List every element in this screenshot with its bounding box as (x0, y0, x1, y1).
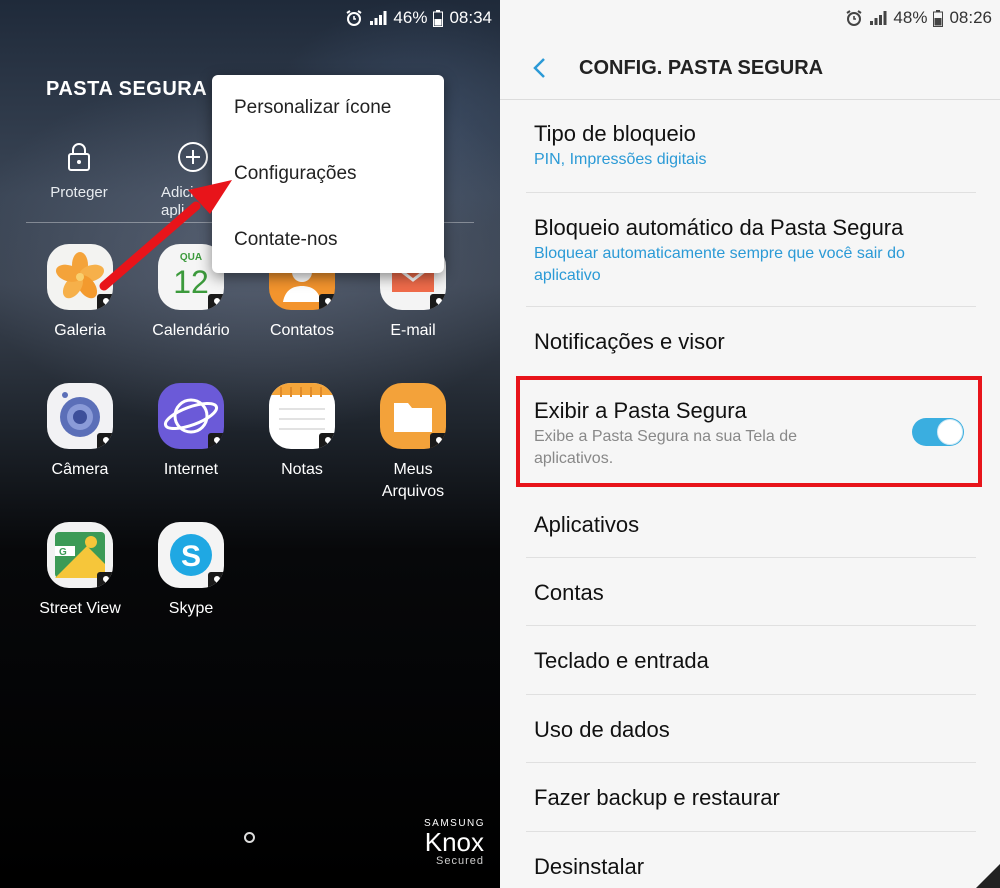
setting-apps[interactable]: Aplicativos (534, 512, 974, 538)
setting-data-usage[interactable]: Uso de dados (534, 717, 974, 743)
setting-title: Tipo de bloqueio (534, 121, 696, 146)
page-title: CONFIG. PASTA SEGURA (579, 57, 824, 79)
signal-icon (870, 11, 887, 25)
divider (526, 694, 976, 695)
screenshot: 46% 08:34 PASTA SEGURA Proteger Adicion … (0, 0, 1000, 888)
setting-title: Bloqueio automático da Pasta Segura (534, 215, 904, 240)
secure-folder-home: 46% 08:34 PASTA SEGURA Proteger Adicion … (0, 0, 500, 888)
setting-lock-type[interactable]: Tipo de bloqueio PIN, Impressões digitai… (534, 121, 974, 171)
divider (526, 192, 976, 193)
battery-percent: 48% (893, 8, 928, 27)
status-bar: 48% 08:26 (845, 6, 992, 30)
setting-notifications[interactable]: Notificações e visor (534, 329, 974, 355)
setting-keyboard[interactable]: Teclado e entrada (534, 648, 974, 674)
divider (526, 306, 976, 307)
clock: 08:26 (949, 8, 992, 27)
setting-title: Aplicativos (534, 512, 640, 537)
alarm-icon (846, 10, 862, 26)
corner-mark (976, 864, 1000, 888)
setting-title: Fazer backup e restaurar (534, 785, 780, 810)
setting-accounts[interactable]: Contas (534, 580, 974, 606)
battery-icon (933, 9, 944, 27)
setting-auto-lock[interactable]: Bloqueio automático da Pasta Segura Bloq… (534, 215, 974, 287)
divider (526, 557, 976, 558)
divider (526, 831, 976, 832)
back-arrow-icon[interactable] (530, 56, 550, 80)
knox-name: Knox (424, 827, 484, 857)
annotation-arrow (99, 180, 232, 291)
setting-title: Desinstalar (534, 854, 645, 879)
setting-title: Notificações e visor (534, 329, 725, 354)
knox-logo: SAMSUNG Knox Secured (424, 818, 484, 867)
highlight-box (516, 376, 982, 487)
setting-subtitle: PIN, Impressões digitais (534, 151, 707, 168)
setting-title: Teclado e entrada (534, 648, 709, 673)
setting-title: Contas (534, 580, 604, 605)
divider (526, 625, 976, 626)
setting-title: Uso de dados (534, 717, 670, 742)
divider (526, 762, 976, 763)
app-bar: CONFIG. PASTA SEGURA (500, 36, 1000, 100)
setting-uninstall[interactable]: Desinstalar (534, 854, 974, 880)
home-indicator (244, 832, 255, 843)
setting-backup[interactable]: Fazer backup e restaurar (534, 785, 974, 811)
setting-subtitle: Bloquear automaticamente sempre que você… (534, 245, 905, 284)
